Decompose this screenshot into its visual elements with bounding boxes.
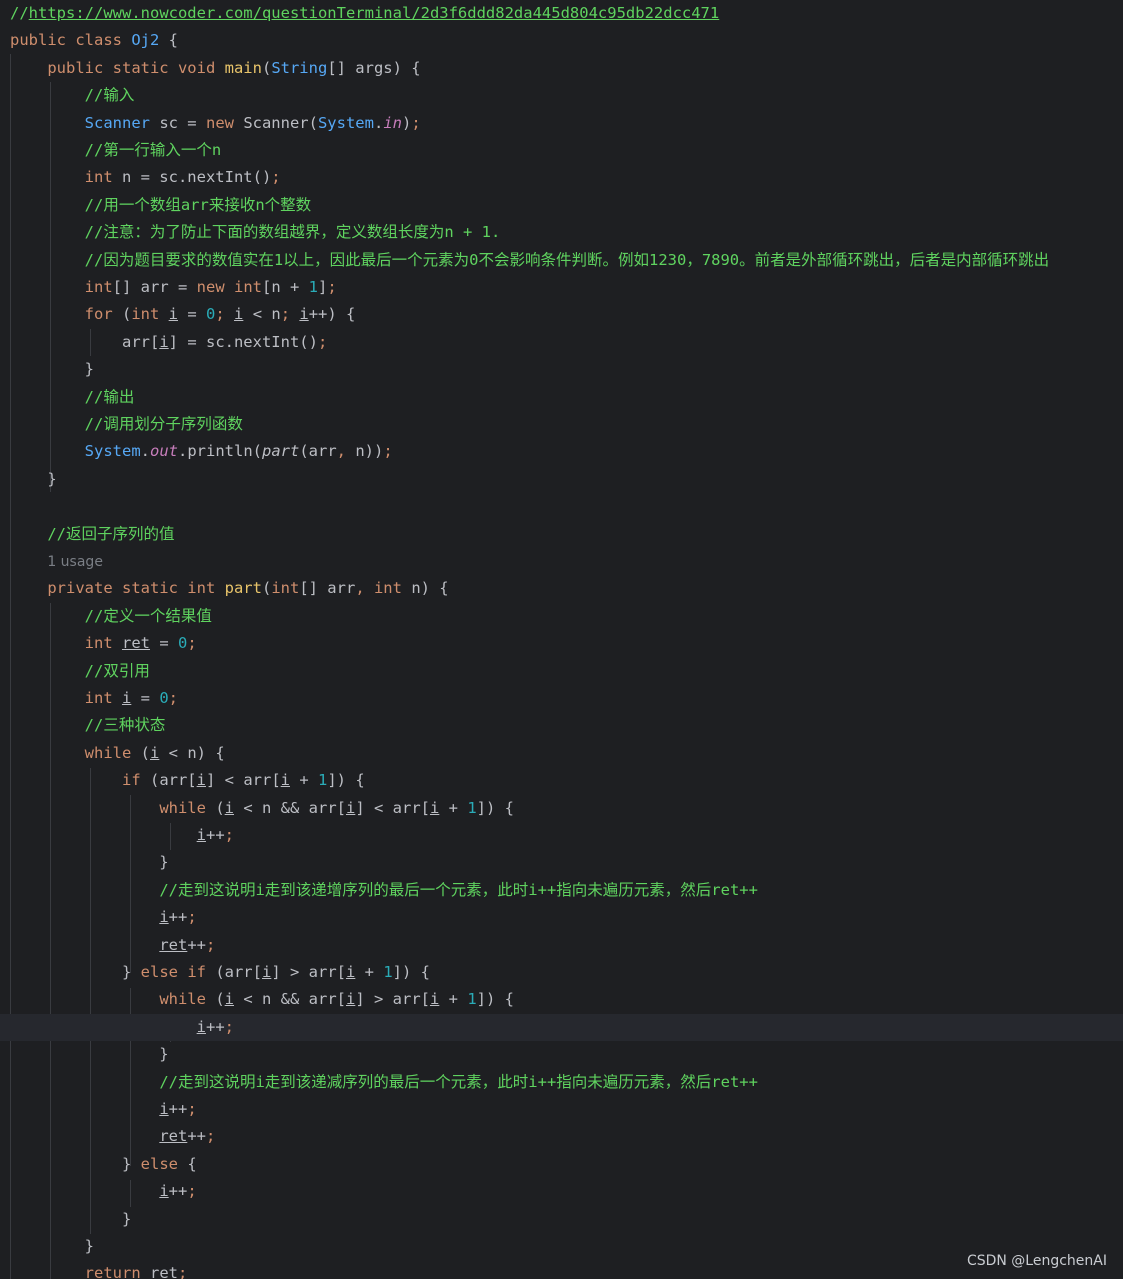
- code-line[interactable]: Scanner sc = new Scanner(System.in);: [0, 110, 1123, 137]
- comment: //因为题目要求的数值实在1以上，因此最后一个元素为0不会影响条件判断。例如12…: [84, 250, 1050, 269]
- code-line[interactable]: //https://www.nowcoder.com/questionTermi…: [0, 0, 1123, 27]
- code-line[interactable]: }: [0, 1233, 1123, 1260]
- comment: //走到这说明i走到该递增序列的最后一个元素，此时i++指向未遍历元素，然后re…: [159, 880, 758, 899]
- code-line[interactable]: ret++;: [0, 932, 1123, 959]
- comment: //用一个数组arr来接收n个整数: [84, 195, 312, 214]
- code-line[interactable]: //双引用: [0, 658, 1123, 685]
- code-line[interactable]: } else if (arr[i] > arr[i + 1]) {: [0, 959, 1123, 986]
- comment: //注意：为了防止下面的数组越界，定义数组长度为n + 1.: [84, 223, 501, 242]
- code-line[interactable]: int i = 0;: [0, 685, 1123, 712]
- code-line[interactable]: //输入: [0, 82, 1123, 109]
- url-link[interactable]: https://www.nowcoder.com/questionTermina…: [29, 4, 720, 22]
- comment: //第一行输入一个n: [84, 141, 222, 159]
- usage-hint[interactable]: 1 usage: [47, 554, 103, 570]
- code-line[interactable]: public static void main(String[] args) {: [0, 55, 1123, 82]
- code-line[interactable]: int[] arr = new int[n + 1];: [0, 274, 1123, 301]
- code-line[interactable]: }: [0, 466, 1123, 493]
- code-line[interactable]: //走到这说明i走到该递减序列的最后一个元素，此时i++指向未遍历元素，然后re…: [0, 1069, 1123, 1096]
- comment: //三种状态: [84, 716, 166, 735]
- code-line[interactable]: ret++;: [0, 1123, 1123, 1150]
- code-line[interactable]: //第一行输入一个n: [0, 137, 1123, 164]
- code-line[interactable]: arr[i] = sc.nextInt();: [0, 329, 1123, 356]
- code-line[interactable]: //三种状态: [0, 712, 1123, 739]
- code-line[interactable]: }: [0, 1206, 1123, 1233]
- code-line[interactable]: while (i < n && arr[i] > arr[i + 1]) {: [0, 986, 1123, 1013]
- comment: //调用划分子序列函数: [84, 415, 243, 433]
- code-line[interactable]: i++;: [0, 822, 1123, 849]
- code-line[interactable]: i++;: [0, 904, 1123, 931]
- code-line[interactable]: public class Oj2 {: [0, 27, 1123, 54]
- code-line[interactable]: //返回子序列的值: [0, 521, 1123, 548]
- code-line[interactable]: while (i < n) {: [0, 740, 1123, 767]
- code-line[interactable]: [0, 493, 1123, 520]
- code-line[interactable]: System.out.println(part(arr, n));: [0, 438, 1123, 465]
- comment: //输出: [84, 387, 135, 406]
- code-line[interactable]: int n = sc.nextInt();: [0, 164, 1123, 191]
- class-name: Oj2: [131, 31, 160, 50]
- code-line[interactable]: }: [0, 356, 1123, 383]
- watermark: CSDN @LengchenAI: [966, 1253, 1107, 1269]
- code-line[interactable]: }: [0, 1041, 1123, 1068]
- code-line[interactable]: //定义一个结果值: [0, 603, 1123, 630]
- code-line[interactable]: //走到这说明i走到该递增序列的最后一个元素，此时i++指向未遍历元素，然后re…: [0, 877, 1123, 904]
- comment: //走到这说明i走到该递减序列的最后一个元素，此时i++指向未遍历元素，然后re…: [159, 1072, 758, 1091]
- code-line[interactable]: private static int part(int[] arr, int n…: [0, 575, 1123, 602]
- code-line[interactable]: }: [0, 849, 1123, 876]
- code-line[interactable]: //调用划分子序列函数: [0, 411, 1123, 438]
- current-code-line[interactable]: i++;: [0, 1013, 1123, 1042]
- comment: //返回子序列的值: [47, 524, 175, 543]
- code-line[interactable]: //因为题目要求的数值实在1以上，因此最后一个元素为0不会影响条件判断。例如12…: [0, 247, 1123, 274]
- code-line[interactable]: if (arr[i] < arr[i + 1]) {: [0, 767, 1123, 794]
- code-line[interactable]: //用一个数组arr来接收n个整数: [0, 192, 1123, 219]
- code-line[interactable]: while (i < n && arr[i] < arr[i + 1]) {: [0, 795, 1123, 822]
- code-line[interactable]: int ret = 0;: [0, 630, 1123, 657]
- code-editor[interactable]: //https://www.nowcoder.com/questionTermi…: [0, 0, 1123, 1279]
- code-line[interactable]: //输出: [0, 384, 1123, 411]
- code-line[interactable]: 1 usage: [0, 548, 1123, 575]
- code-line[interactable]: i++;: [0, 1178, 1123, 1205]
- comment: //定义一个结果值: [84, 606, 212, 625]
- code-line[interactable]: return ret;: [0, 1260, 1123, 1279]
- comment: //双引用: [84, 661, 150, 680]
- code-line[interactable]: i++;: [0, 1096, 1123, 1123]
- comment: //输入: [84, 86, 135, 105]
- code-line[interactable]: } else {: [0, 1151, 1123, 1178]
- code-line[interactable]: for (int i = 0; i < n; i++) {: [0, 301, 1123, 328]
- code-line[interactable]: //注意：为了防止下面的数组越界，定义数组长度为n + 1.: [0, 219, 1123, 246]
